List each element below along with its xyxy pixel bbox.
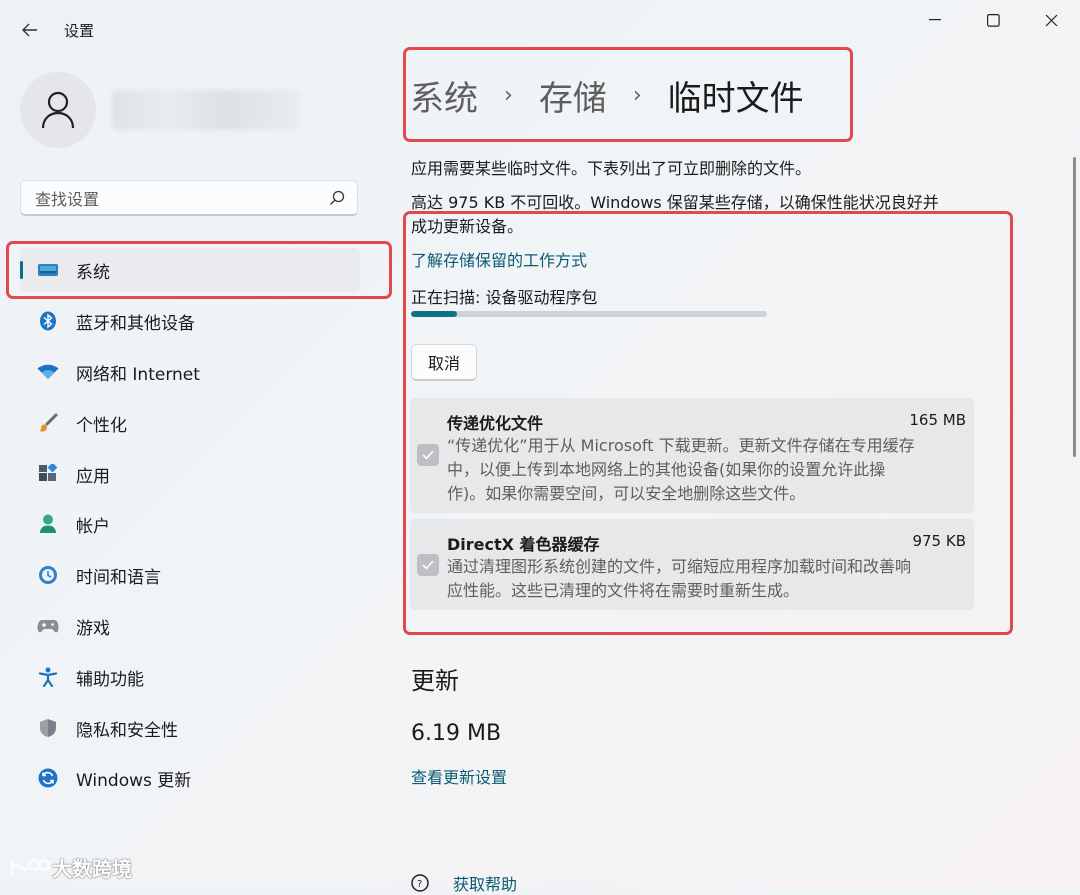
shield-icon bbox=[34, 718, 62, 738]
search-input[interactable] bbox=[33, 187, 317, 211]
get-help-link[interactable]: ? 获取帮助 bbox=[411, 871, 517, 895]
sidebar-item-accounts[interactable]: 帐户 bbox=[20, 502, 360, 546]
view-update-settings-link[interactable]: 查看更新设置 bbox=[411, 764, 507, 788]
account-icon bbox=[34, 514, 62, 534]
paintbrush-icon bbox=[34, 413, 62, 433]
back-button[interactable] bbox=[14, 16, 46, 44]
search-box[interactable] bbox=[20, 180, 358, 216]
watermark-text: 大数跨境 bbox=[52, 857, 132, 881]
app-title: 设置 bbox=[64, 22, 95, 40]
sidebar-item-network[interactable]: 网络和 Internet bbox=[20, 350, 360, 394]
sidebar-item-label: 蓝牙和其他设备 bbox=[76, 313, 195, 334]
sidebar-item-accessibility[interactable]: 辅助功能 bbox=[20, 655, 360, 699]
user-icon bbox=[41, 91, 75, 129]
highlight-box-breadcrumb bbox=[403, 47, 853, 142]
search-icon[interactable] bbox=[329, 190, 345, 206]
sidebar-item-label: 帐户 bbox=[76, 516, 110, 537]
accessibility-icon bbox=[34, 667, 62, 687]
sidebar-item-apps[interactable]: 应用 bbox=[20, 452, 360, 496]
maximize-button[interactable] bbox=[970, 6, 1016, 34]
watermark-logo-icon bbox=[10, 858, 50, 875]
windows-update-icon bbox=[34, 768, 62, 788]
apps-icon bbox=[34, 464, 62, 484]
sidebar-item-label: 应用 bbox=[76, 466, 110, 487]
sidebar-item-time-language[interactable]: 时间和语言 bbox=[20, 553, 360, 597]
svg-text:?: ? bbox=[417, 879, 422, 890]
sidebar-item-bluetooth[interactable]: 蓝牙和其他设备 bbox=[20, 299, 360, 343]
maximize-icon bbox=[986, 13, 1000, 27]
bluetooth-icon bbox=[34, 311, 62, 331]
sidebar-item-label: 时间和语言 bbox=[76, 567, 161, 588]
scrollbar[interactable] bbox=[1073, 157, 1076, 457]
sidebar-item-windows-update[interactable]: Windows 更新 bbox=[20, 756, 360, 800]
minimize-button[interactable] bbox=[912, 6, 958, 34]
sidebar-item-label: 辅助功能 bbox=[76, 669, 144, 690]
highlight-box-system bbox=[6, 241, 392, 299]
close-button[interactable] bbox=[1028, 6, 1074, 34]
gamepad-icon bbox=[34, 618, 62, 634]
watermark: 大数跨境 bbox=[8, 853, 132, 882]
sidebar-item-label: 游戏 bbox=[76, 618, 110, 639]
help-icon: ? bbox=[411, 874, 429, 892]
sidebar-item-label: 网络和 Internet bbox=[76, 364, 200, 385]
sidebar-item-label: 隐私和安全性 bbox=[76, 720, 178, 741]
user-name-blurred bbox=[112, 90, 300, 130]
wifi-icon bbox=[34, 364, 62, 380]
back-arrow-icon bbox=[22, 23, 37, 37]
avatar[interactable] bbox=[20, 72, 96, 148]
time-language-icon bbox=[34, 565, 62, 585]
sidebar-item-gaming[interactable]: 游戏 bbox=[20, 604, 360, 648]
sidebar-item-personalization[interactable]: 个性化 bbox=[20, 401, 360, 445]
close-icon bbox=[1045, 14, 1057, 26]
intro-text: 应用需要某些临时文件。下表列出了可立即删除的文件。 bbox=[411, 159, 812, 178]
minimize-icon bbox=[929, 19, 941, 21]
section-title-updates: 更新 bbox=[411, 667, 459, 695]
reserved-storage-text: 高达 975 KB 不可回收。Windows 保留某些存储，以确保性能状况良好并 bbox=[411, 193, 939, 212]
sidebar-item-privacy[interactable]: 隐私和安全性 bbox=[20, 706, 360, 750]
sidebar-item-label: 个性化 bbox=[76, 415, 127, 436]
sidebar-item-label: Windows 更新 bbox=[76, 770, 192, 791]
updates-size: 6.19 MB bbox=[411, 721, 502, 746]
highlight-box-scan-area bbox=[403, 211, 1013, 635]
get-help-label: 获取帮助 bbox=[453, 875, 518, 894]
